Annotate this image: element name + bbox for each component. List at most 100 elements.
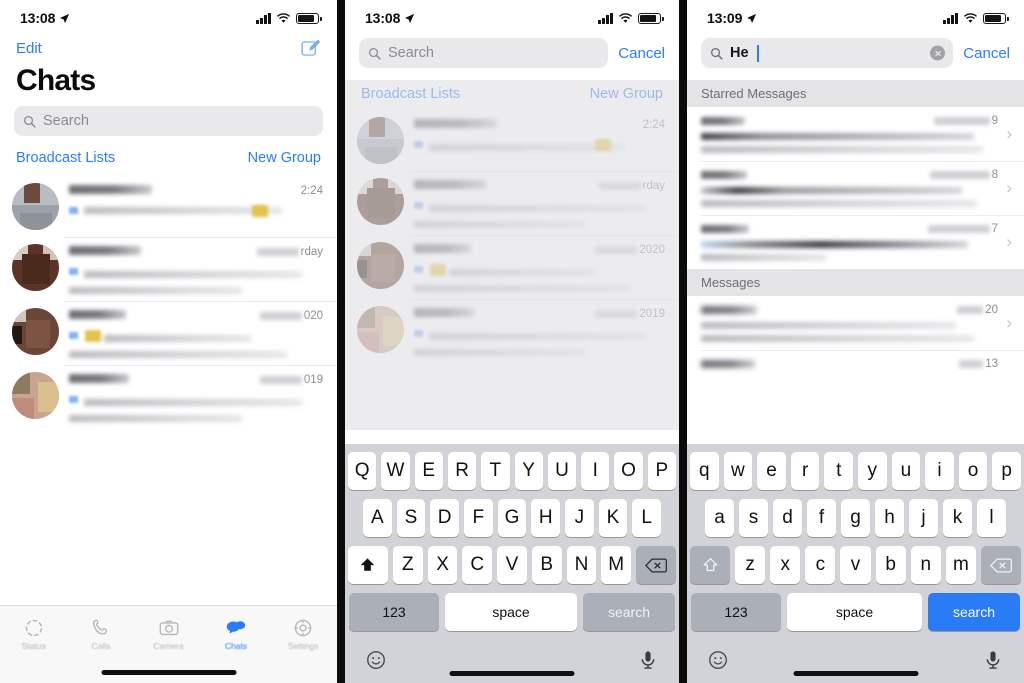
panel-divider: [679, 0, 687, 683]
key-i[interactable]: i: [925, 452, 954, 490]
key-t[interactable]: T: [481, 452, 510, 490]
key-a[interactable]: a: [705, 499, 734, 537]
broadcast-lists-link[interactable]: Broadcast Lists: [16, 150, 115, 166]
key-k[interactable]: k: [943, 499, 972, 537]
key-n[interactable]: n: [910, 546, 941, 584]
tab-status[interactable]: Status: [0, 617, 67, 651]
cancel-button[interactable]: Cancel: [963, 45, 1010, 62]
key-p[interactable]: P: [647, 452, 676, 490]
key-x[interactable]: x: [770, 546, 801, 584]
key-h[interactable]: h: [875, 499, 904, 537]
key-e[interactable]: e: [757, 452, 786, 490]
space-key[interactable]: space: [445, 593, 577, 631]
key-j[interactable]: j: [909, 499, 938, 537]
timestamp: 019: [259, 374, 323, 386]
emoji-icon[interactable]: [365, 649, 387, 671]
tab-chats[interactable]: Chats: [202, 617, 269, 651]
key-q[interactable]: q: [690, 452, 719, 490]
backspace-key[interactable]: [980, 546, 1021, 584]
tab-settings[interactable]: Settings: [270, 617, 337, 651]
edit-button[interactable]: Edit: [16, 40, 42, 57]
key-y[interactable]: Y: [514, 452, 543, 490]
key-v[interactable]: V: [497, 546, 527, 584]
key-w[interactable]: W: [381, 452, 410, 490]
numbers-key[interactable]: 123: [691, 593, 781, 631]
table-row[interactable]: rday: [0, 237, 337, 301]
list-item[interactable]: 8 ›: [687, 161, 1024, 215]
key-m[interactable]: M: [601, 546, 632, 584]
key-u[interactable]: u: [891, 452, 921, 490]
list-item[interactable]: 9 ›: [687, 107, 1024, 161]
battery-icon: [983, 12, 1009, 24]
key-g[interactable]: g: [841, 499, 870, 537]
space-key[interactable]: space: [787, 593, 922, 631]
key-b[interactable]: B: [531, 546, 562, 584]
list-item[interactable]: 13: [687, 350, 1024, 378]
table-row[interactable]: 2:24: [0, 176, 337, 237]
table-row[interactable]: 020: [0, 301, 337, 365]
key-k[interactable]: K: [598, 499, 628, 537]
contact-name: [69, 374, 129, 383]
key-o[interactable]: O: [614, 452, 643, 490]
shift-key[interactable]: [690, 546, 730, 584]
key-t[interactable]: t: [824, 452, 853, 490]
key-c[interactable]: C: [462, 546, 493, 584]
key-r[interactable]: r: [790, 452, 820, 490]
key-u[interactable]: U: [547, 452, 577, 490]
panel-search-results: 13:09 He Cancel Starred Messages 9 › 8 ›…: [687, 0, 1024, 683]
key-j[interactable]: J: [565, 499, 594, 537]
key-z[interactable]: z: [735, 546, 766, 584]
cancel-button[interactable]: Cancel: [618, 45, 665, 62]
new-group-link[interactable]: New Group: [248, 150, 321, 166]
timestamp: 7: [927, 223, 998, 235]
list-item[interactable]: 20 ›: [687, 296, 1024, 350]
contact-name: [69, 310, 126, 319]
key-f[interactable]: f: [807, 499, 836, 537]
key-f[interactable]: F: [464, 499, 493, 537]
tab-camera[interactable]: Camera: [135, 617, 202, 651]
key-n[interactable]: N: [566, 546, 597, 584]
key-l[interactable]: L: [632, 499, 662, 537]
key-c[interactable]: c: [805, 546, 836, 584]
key-o[interactable]: o: [958, 452, 988, 490]
tab-calls[interactable]: Calls: [67, 617, 134, 651]
key-y[interactable]: y: [858, 452, 887, 490]
key-i[interactable]: I: [581, 452, 610, 490]
microphone-icon[interactable]: [982, 649, 1004, 671]
microphone-icon[interactable]: [637, 649, 659, 671]
shift-key[interactable]: [347, 546, 388, 584]
search-dim-overlay[interactable]: [345, 80, 679, 430]
emoji-icon[interactable]: [707, 649, 729, 671]
key-d[interactable]: D: [430, 499, 459, 537]
key-g[interactable]: G: [497, 499, 527, 537]
key-b[interactable]: b: [875, 546, 906, 584]
key-e[interactable]: E: [414, 452, 443, 490]
numbers-key[interactable]: 123: [349, 593, 439, 631]
key-h[interactable]: H: [531, 499, 561, 537]
key-r[interactable]: R: [447, 452, 477, 490]
key-s[interactable]: S: [396, 499, 426, 537]
key-z[interactable]: Z: [392, 546, 423, 584]
key-w[interactable]: w: [723, 452, 753, 490]
search-input[interactable]: Search: [359, 38, 609, 68]
table-row[interactable]: 019: [0, 365, 337, 429]
compose-icon[interactable]: [300, 38, 321, 59]
clear-circle-icon[interactable]: [930, 45, 946, 61]
key-x[interactable]: X: [427, 546, 458, 584]
search-input[interactable]: He: [701, 38, 954, 68]
tab-label: Camera: [153, 641, 184, 651]
key-p[interactable]: p: [992, 452, 1021, 490]
backspace-key[interactable]: [636, 546, 677, 584]
key-d[interactable]: d: [773, 499, 802, 537]
key-l[interactable]: l: [977, 499, 1006, 537]
key-s[interactable]: s: [739, 499, 768, 537]
search-input[interactable]: Search: [14, 106, 323, 136]
list-item[interactable]: 7 ›: [687, 215, 1024, 269]
key-a[interactable]: A: [362, 499, 392, 537]
key-m[interactable]: m: [945, 546, 976, 584]
tab-bar: Status Calls Camera Chats Settings: [0, 605, 337, 683]
key-q[interactable]: Q: [348, 452, 377, 490]
key-v[interactable]: v: [840, 546, 871, 584]
search-key[interactable]: search: [928, 593, 1020, 631]
search-key[interactable]: search: [583, 593, 675, 631]
